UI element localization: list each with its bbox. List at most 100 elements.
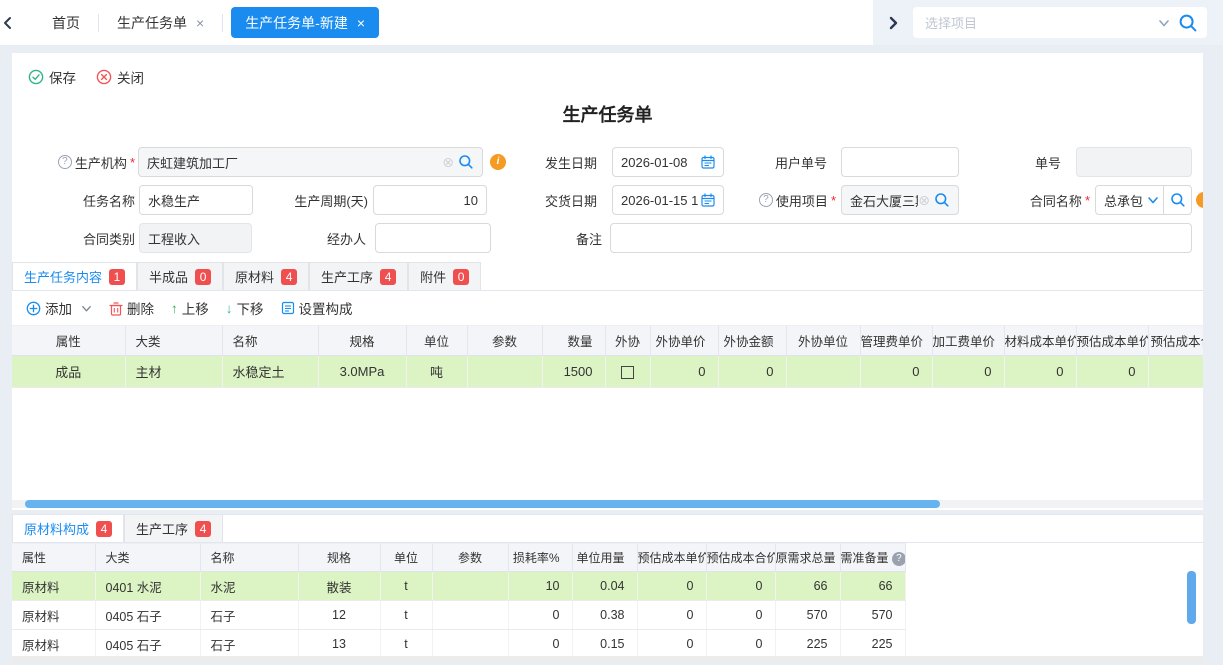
set-composition-label: 设置构成 <box>299 298 353 318</box>
user-doc-no-field[interactable] <box>841 147 959 177</box>
cell: 0 <box>650 356 718 388</box>
cell: 13 <box>298 630 380 659</box>
project-field[interactable]: 金石大厦三期 ⊗ <box>841 185 959 215</box>
move-up-button[interactable]: ↑ 上移 <box>171 298 209 318</box>
contract-name-select[interactable]: 总承包 <box>1095 185 1192 215</box>
clear-icon[interactable]: ⊗ <box>442 154 454 171</box>
help-circle-icon[interactable]: ? <box>759 193 773 207</box>
user-doc-no-label: 用户单号 <box>712 147 827 177</box>
horizontal-scrollbar[interactable] <box>12 500 1203 508</box>
cell: 0 <box>508 601 572 630</box>
tab-production-process-bottom[interactable]: 生产工序 4 <box>124 514 223 542</box>
tab-raw-material-composition[interactable]: 原材料构成 4 <box>12 514 124 542</box>
table-row[interactable]: 原材料0401 水泥水泥散装t100.04006666 <box>12 572 905 601</box>
tab-label: 生产任务内容 <box>24 267 102 286</box>
nav-tab-home[interactable]: 首页 <box>34 0 98 45</box>
table-row[interactable]: 原材料0405 石子石子13t00.1500225225 <box>12 630 905 659</box>
search-icon[interactable] <box>458 154 474 170</box>
column-header: 单位用量 <box>572 544 637 572</box>
column-header: 参数 <box>432 544 508 572</box>
handler-label: 经办人 <box>252 223 366 253</box>
chevron-down-icon[interactable] <box>81 303 92 314</box>
production-org-field[interactable]: 庆虹建筑加工厂 ⊗ <box>138 147 483 177</box>
scrollbar-thumb[interactable] <box>25 500 940 508</box>
main-table: 属性大类名称规格单位参数数量外协外协单价外协金额外协单位管理费单价加工费单价材料… <box>12 325 1203 388</box>
tab-production-process[interactable]: 生产工序 4 <box>309 262 408 290</box>
column-header: 外协单位 <box>786 326 860 356</box>
tab-attachments[interactable]: 附件 0 <box>408 262 481 290</box>
search-icon[interactable] <box>934 192 950 208</box>
top-nav-bar: 首页 生产任务单 × 生产任务单-新建 × 选择项目 <box>0 0 1223 45</box>
tab-label: 附件 <box>420 267 446 286</box>
search-icon[interactable] <box>1178 13 1198 33</box>
chevron-left-icon <box>5 18 10 28</box>
cell <box>605 356 650 388</box>
task-name-field[interactable]: 水稳生产 <box>139 185 253 215</box>
count-badge: 0 <box>453 269 469 285</box>
save-button[interactable]: 保存 <box>28 67 76 87</box>
table-row[interactable]: 原材料0405 石子石子12t00.3800570570 <box>12 601 905 630</box>
column-header: 预估成本合价 <box>706 544 775 572</box>
arrow-up-icon: ↑ <box>171 301 178 316</box>
count-badge: 4 <box>281 269 297 285</box>
topbar-right-section: 选择项目 <box>873 0 1223 45</box>
column-header: 单位 <box>406 326 467 356</box>
help-icon[interactable]: ? <box>892 552 905 566</box>
cell <box>432 572 508 601</box>
cell: 成品 <box>12 356 125 388</box>
close-icon[interactable]: × <box>357 15 365 31</box>
cell: 0 <box>706 572 775 601</box>
column-header: 属性 <box>12 544 95 572</box>
delete-button[interactable]: 删除 <box>109 298 154 318</box>
cell: 0405 石子 <box>95 630 200 659</box>
bottom-scrollbar-track[interactable] <box>12 656 1203 663</box>
info-icon[interactable]: i <box>1196 192 1203 208</box>
content-tabs: 生产任务内容 1 半成品 0 原材料 4 生产工序 4 附件 0 <box>12 263 1203 291</box>
remark-field[interactable] <box>610 223 1192 253</box>
column-header: 外协金额 <box>718 326 786 356</box>
close-icon[interactable]: × <box>196 15 204 31</box>
issue-date-field[interactable]: 2026-01-08 <box>612 147 724 177</box>
move-down-button[interactable]: ↓ 下移 <box>226 298 264 318</box>
cell: 原材料 <box>12 572 95 601</box>
set-composition-button[interactable]: 设置构成 <box>281 298 353 318</box>
chevron-down-icon[interactable] <box>1158 17 1170 29</box>
table-row[interactable]: 成品主材水稳定土3.0MPa吨1500000000 <box>12 356 1203 388</box>
search-icon[interactable] <box>1170 192 1186 208</box>
outsource-checkbox[interactable] <box>621 366 634 379</box>
x-circle-icon <box>96 69 112 85</box>
handler-field[interactable] <box>375 223 491 253</box>
add-button[interactable]: 添加 <box>26 298 92 318</box>
vertical-scrollbar-thumb[interactable] <box>1187 571 1196 624</box>
divider <box>1163 186 1164 214</box>
document-toolbar: 保存 关闭 <box>12 53 1203 87</box>
nav-tab-production-task-new[interactable]: 生产任务单-新建 × <box>231 7 379 38</box>
cell: 原材料 <box>12 601 95 630</box>
clear-icon[interactable]: ⊗ <box>918 192 930 209</box>
cell: t <box>380 630 432 659</box>
info-icon[interactable]: i <box>490 154 506 170</box>
tab-production-task-content[interactable]: 生产任务内容 1 <box>12 262 137 290</box>
nav-forward-button[interactable] <box>885 15 901 31</box>
help-circle-icon[interactable]: ? <box>58 155 72 169</box>
cell: 3.0MPa <box>318 356 406 388</box>
nav-back-button[interactable] <box>0 15 34 31</box>
document-settings-icon <box>281 301 295 315</box>
tab-raw-materials[interactable]: 原材料 4 <box>223 262 309 290</box>
contract-name-label: 合同名称* <box>987 185 1090 215</box>
divider <box>222 14 223 32</box>
column-header: 加工费单价 <box>932 326 1004 356</box>
column-header: 需准备量 ? <box>840 544 905 572</box>
project-select[interactable]: 选择项目 <box>913 7 1207 38</box>
production-cycle-field[interactable]: 10 <box>373 185 487 215</box>
nav-tab-production-task[interactable]: 生产任务单 × <box>99 0 222 45</box>
cell <box>467 356 542 388</box>
column-header: 大类 <box>125 326 222 356</box>
cell: 水泥 <box>200 572 298 601</box>
delivery-date-label: 交货日期 <box>512 185 597 215</box>
tab-semi-finished[interactable]: 半成品 0 <box>137 262 223 290</box>
close-button[interactable]: 关闭 <box>96 67 144 87</box>
column-header: 名称 <box>200 544 298 572</box>
chevron-down-icon[interactable] <box>1147 194 1159 206</box>
cell: 570 <box>775 601 840 630</box>
